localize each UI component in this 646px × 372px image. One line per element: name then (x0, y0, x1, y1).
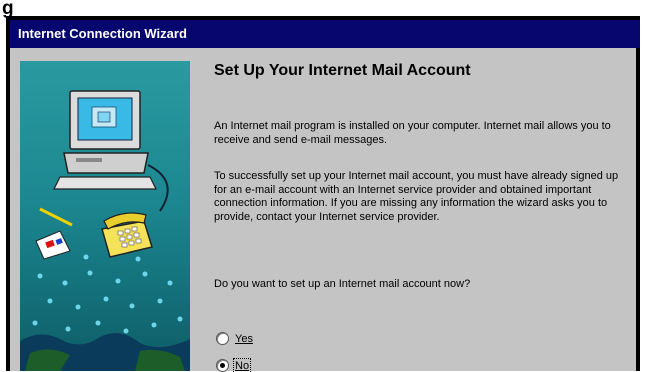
radio-yes-circle[interactable] (216, 332, 229, 345)
window-title: Internet Connection Wizard (18, 26, 187, 41)
page-title: Set Up Your Internet Mail Account (214, 62, 471, 79)
setup-question: Do you want to set up an Internet mail a… (214, 278, 471, 290)
radio-yes[interactable]: Yes (216, 332, 253, 345)
requirements-paragraph: To successfully set up your Internet mai… (214, 170, 619, 223)
radio-no-label[interactable]: No (232, 357, 252, 372)
intro-paragraph: An Internet mail program is installed on… (214, 120, 611, 146)
network-dots (32, 248, 183, 334)
title-bar[interactable]: Internet Connection Wizard (10, 20, 640, 48)
wizard-body: Set Up Your Internet Mail Account An Int… (10, 48, 636, 372)
radio-yes-label[interactable]: Yes (235, 333, 253, 345)
wizard-window: Internet Connection Wizard Set Up Your I… (6, 16, 640, 372)
radio-no-circle[interactable] (216, 359, 229, 372)
radio-no[interactable]: No (216, 357, 252, 372)
envelope-icon (35, 230, 71, 260)
pencil-icon (39, 207, 73, 227)
computer-illustration (53, 90, 169, 212)
wizard-side-illustration (20, 61, 190, 371)
telephone-icon (101, 212, 153, 258)
